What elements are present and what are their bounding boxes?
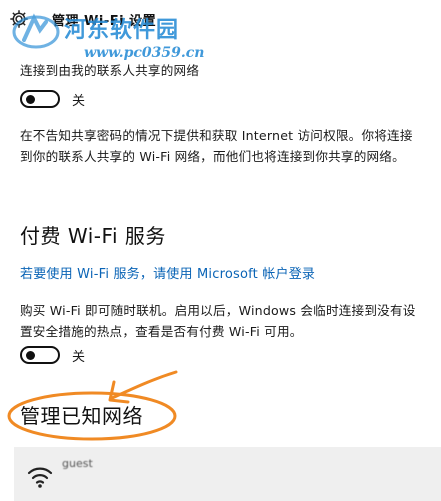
wifi-icon xyxy=(27,467,53,488)
annotation-arrow-head xyxy=(108,380,130,404)
watermark-url: www.pc0359.cn xyxy=(84,45,205,61)
known-network-item[interactable]: guest xyxy=(14,447,441,501)
toggle-knob xyxy=(26,351,35,360)
microsoft-account-signin-link[interactable]: 若要使用 Wi-Fi 服务，请使用 Microsoft 帐户登录 xyxy=(20,263,315,282)
contacts-share-description: 在不告知共享密码的情况下提供和获取 Internet 访问权限。你将连接到你的联… xyxy=(20,128,413,164)
paid-wifi-description: 购买 Wi-Fi 即可随时联机。启用以后，Windows 会临时连接到没有设置安… xyxy=(20,303,416,339)
toggle-knob xyxy=(26,95,35,104)
watermark-title: 河东软件园 xyxy=(64,17,180,43)
contacts-share-label: 连接到由我的联系人共享的网络 xyxy=(20,63,200,78)
known-networks-heading: 管理已知网络 xyxy=(20,404,143,428)
paid-wifi-toggle[interactable] xyxy=(20,346,60,364)
contacts-share-toggle-row[interactable]: 关 xyxy=(20,88,85,110)
paid-wifi-toggle-state: 关 xyxy=(72,349,86,365)
annotation-arrow-shaft xyxy=(110,370,178,400)
network-name: guest xyxy=(62,457,93,470)
contacts-share-toggle[interactable] xyxy=(20,90,60,108)
paid-wifi-heading: 付费 Wi-Fi 服务 xyxy=(20,224,166,248)
paid-wifi-toggle-row[interactable]: 关 xyxy=(20,344,85,366)
watermark-logo xyxy=(12,13,60,49)
contacts-share-toggle-state: 关 xyxy=(72,93,86,109)
